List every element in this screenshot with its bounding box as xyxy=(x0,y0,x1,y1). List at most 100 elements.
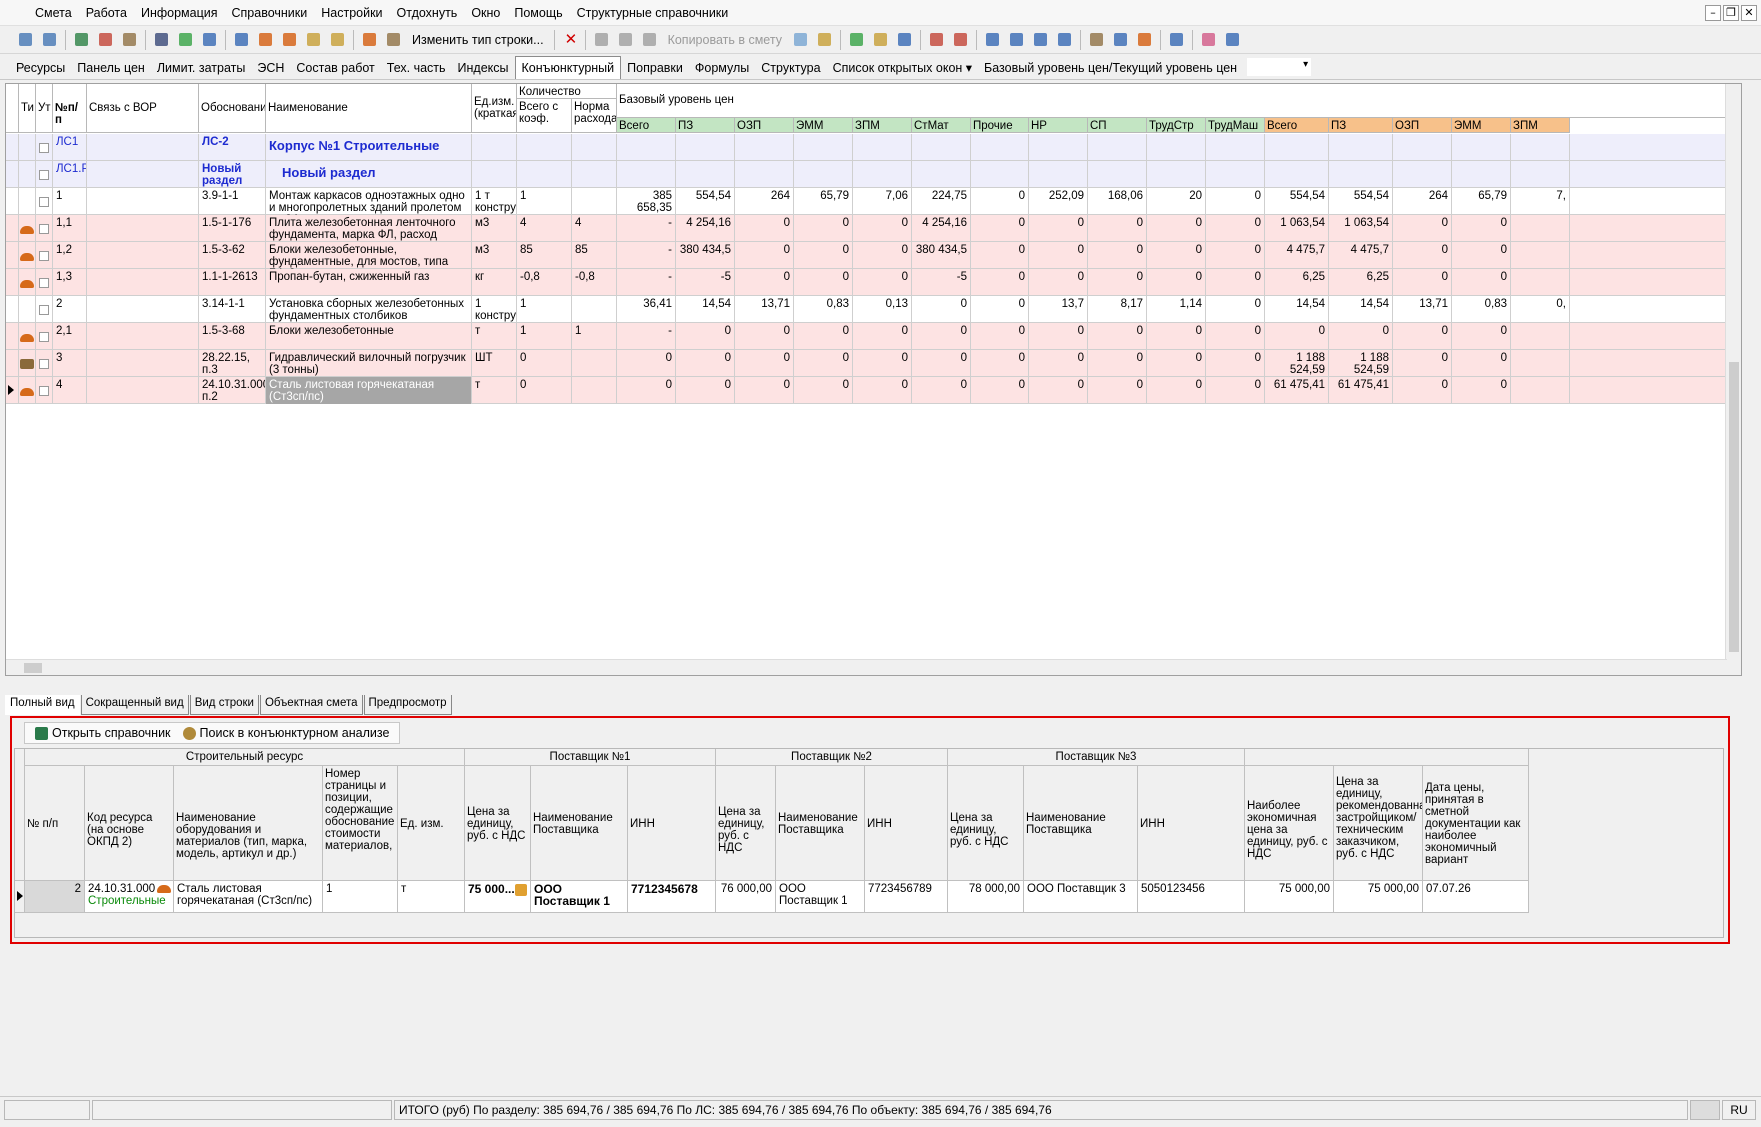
cell-name[interactable]: Плита железобетонная ленточного фундамен… xyxy=(266,215,472,242)
tab-resources[interactable]: Ресурсы xyxy=(10,57,71,79)
cell-type[interactable] xyxy=(19,215,36,242)
cell-price-1[interactable]: 4 254,16 xyxy=(676,215,735,242)
cell-price-0[interactable]: 0 xyxy=(617,377,676,404)
cell-ut[interactable] xyxy=(36,296,53,323)
cell-price-7[interactable]: 0 xyxy=(1029,323,1088,350)
cell-price-13[interactable]: 0 xyxy=(1393,242,1452,269)
cell-price-15[interactable] xyxy=(1511,242,1570,269)
tab-formulas[interactable]: Формулы xyxy=(689,57,755,79)
cell-page[interactable]: 1 xyxy=(323,881,398,913)
close-icon[interactable]: ✕ xyxy=(1741,4,1757,21)
cell-vor[interactable] xyxy=(87,377,199,404)
col-header-price-4[interactable]: ЗПМ xyxy=(853,118,912,133)
cell-price-13[interactable] xyxy=(1393,161,1452,188)
col-header-qty-total[interactable]: Всего с коэф. xyxy=(517,99,572,133)
cell-s2-name[interactable]: ООО Поставщик 1 xyxy=(776,881,865,913)
row-indicator[interactable] xyxy=(6,350,19,377)
row-indicator[interactable] xyxy=(6,134,19,161)
cell-s3-inn[interactable]: 5050123456 xyxy=(1138,881,1245,913)
cell-price-14[interactable]: 0 xyxy=(1452,350,1511,377)
indent-icon[interactable] xyxy=(982,29,1003,50)
cell-qty-total[interactable]: 1 xyxy=(517,188,572,215)
restore-icon[interactable]: ❐ xyxy=(1723,4,1739,21)
tab-corrections[interactable]: Поправки xyxy=(621,57,689,79)
cell-num[interactable]: 3 xyxy=(53,350,87,377)
cell-qty-norm[interactable] xyxy=(572,377,617,404)
cell-price-4[interactable]: 0 xyxy=(853,269,912,296)
cell-s2-price[interactable]: 76 000,00 xyxy=(716,881,776,913)
cell-price-13[interactable]: 0 xyxy=(1393,269,1452,296)
row-indicator[interactable] xyxy=(6,188,19,215)
cell-vor[interactable] xyxy=(87,323,199,350)
cell-vor[interactable] xyxy=(87,134,199,161)
cell-unit[interactable]: 1 т конструк xyxy=(472,188,517,215)
cell-qty-norm[interactable] xyxy=(572,350,617,377)
cell-qty-total[interactable] xyxy=(517,134,572,161)
col-header-price-3[interactable]: ЭММ xyxy=(794,118,853,133)
cell-price-5[interactable]: 0 xyxy=(912,350,971,377)
tab-esn[interactable]: ЭСН xyxy=(251,57,290,79)
new-estimate-icon[interactable] xyxy=(15,29,36,50)
cell-unit[interactable]: т xyxy=(472,377,517,404)
cell-price-15[interactable] xyxy=(1511,269,1570,296)
col-header-price-11[interactable]: Всего xyxy=(1265,118,1329,133)
cell-basis[interactable]: ЛС-2 xyxy=(199,134,266,161)
col-header-price-0[interactable]: Всего xyxy=(617,118,676,133)
col-header-price-1[interactable]: ПЗ xyxy=(676,118,735,133)
cell-price-3[interactable] xyxy=(794,134,853,161)
cell-basis[interactable]: 1.1-1-2613 xyxy=(199,269,266,296)
col-header-num[interactable]: №п/п xyxy=(53,84,87,133)
cell-price-8[interactable] xyxy=(1088,134,1147,161)
cell-price-9[interactable]: 0 xyxy=(1147,215,1206,242)
cell-price-4[interactable]: 0 xyxy=(853,377,912,404)
menu-item-rabota[interactable]: Работа xyxy=(79,0,134,25)
cell-price-3[interactable]: 65,79 xyxy=(794,188,853,215)
cell-price-3[interactable]: 0 xyxy=(794,377,853,404)
tab-limit-costs[interactable]: Лимит. затраты xyxy=(151,57,252,79)
cell-price-12[interactable]: 554,54 xyxy=(1329,188,1393,215)
cell-qty-norm[interactable]: -0,8 xyxy=(572,269,617,296)
cell-price-10[interactable]: 0 xyxy=(1206,377,1265,404)
col-header-price-9[interactable]: ТрудСтр xyxy=(1147,118,1206,133)
cell-name[interactable]: Блоки железобетонные xyxy=(266,323,472,350)
cell-price-7[interactable] xyxy=(1029,134,1088,161)
cell-price-11[interactable]: 1 063,54 xyxy=(1265,215,1329,242)
cell-unit[interactable]: т xyxy=(398,881,465,913)
paste-icon[interactable] xyxy=(639,29,660,50)
cell-best-price[interactable]: 75 000,00 xyxy=(1245,881,1334,913)
row-checkbox[interactable] xyxy=(39,197,49,207)
cell-price-9[interactable]: 0 xyxy=(1147,377,1206,404)
cell-price-9[interactable]: 0 xyxy=(1147,242,1206,269)
cell-price-5[interactable] xyxy=(912,161,971,188)
cell-price-10[interactable]: 0 xyxy=(1206,242,1265,269)
col-header-s2-price[interactable]: Цена за единицу, руб. с НДС xyxy=(716,766,776,881)
col-header-ut[interactable]: Ут xyxy=(36,84,53,133)
cell-price-14[interactable]: 0 xyxy=(1452,269,1511,296)
vertical-scrollbar[interactable] xyxy=(1725,84,1741,675)
cell-price-7[interactable]: 0 xyxy=(1029,269,1088,296)
table-row[interactable]: ЛС1 ЛС-2 Корпус №1 Строительные xyxy=(6,134,1741,161)
cell-price-14[interactable] xyxy=(1452,161,1511,188)
move-up-icon[interactable] xyxy=(1030,29,1051,50)
cell-price-2[interactable]: 0 xyxy=(735,215,794,242)
cell-price-8[interactable]: 0 xyxy=(1088,242,1147,269)
tab-indexes[interactable]: Индексы xyxy=(452,57,515,79)
table-row[interactable]: ЛС1.Р' Новый разделНовый раздел xyxy=(6,161,1741,188)
cell-resource-code[interactable]: 24.10.31.000 Строительные xyxy=(85,881,174,913)
cell-price-2[interactable]: 0 xyxy=(735,350,794,377)
col-header-ti[interactable]: Ти xyxy=(19,84,36,133)
cell-ut[interactable] xyxy=(36,134,53,161)
cell-price-8[interactable]: 0 xyxy=(1088,215,1147,242)
menu-item-help[interactable]: Помощь xyxy=(507,0,569,25)
cell-price-1[interactable]: -5 xyxy=(676,269,735,296)
cell-price-6[interactable]: 0 xyxy=(971,296,1029,323)
row-indicator[interactable] xyxy=(6,323,19,350)
cell-ut[interactable] xyxy=(36,242,53,269)
row-indicator[interactable] xyxy=(6,215,19,242)
cell-vor[interactable] xyxy=(87,215,199,242)
cell-price-15[interactable] xyxy=(1511,215,1570,242)
cell-price-6[interactable]: 0 xyxy=(971,377,1029,404)
cell-price-12[interactable]: 0 xyxy=(1329,323,1393,350)
cell-price-8[interactable] xyxy=(1088,161,1147,188)
cell-price-8[interactable]: 0 xyxy=(1088,269,1147,296)
